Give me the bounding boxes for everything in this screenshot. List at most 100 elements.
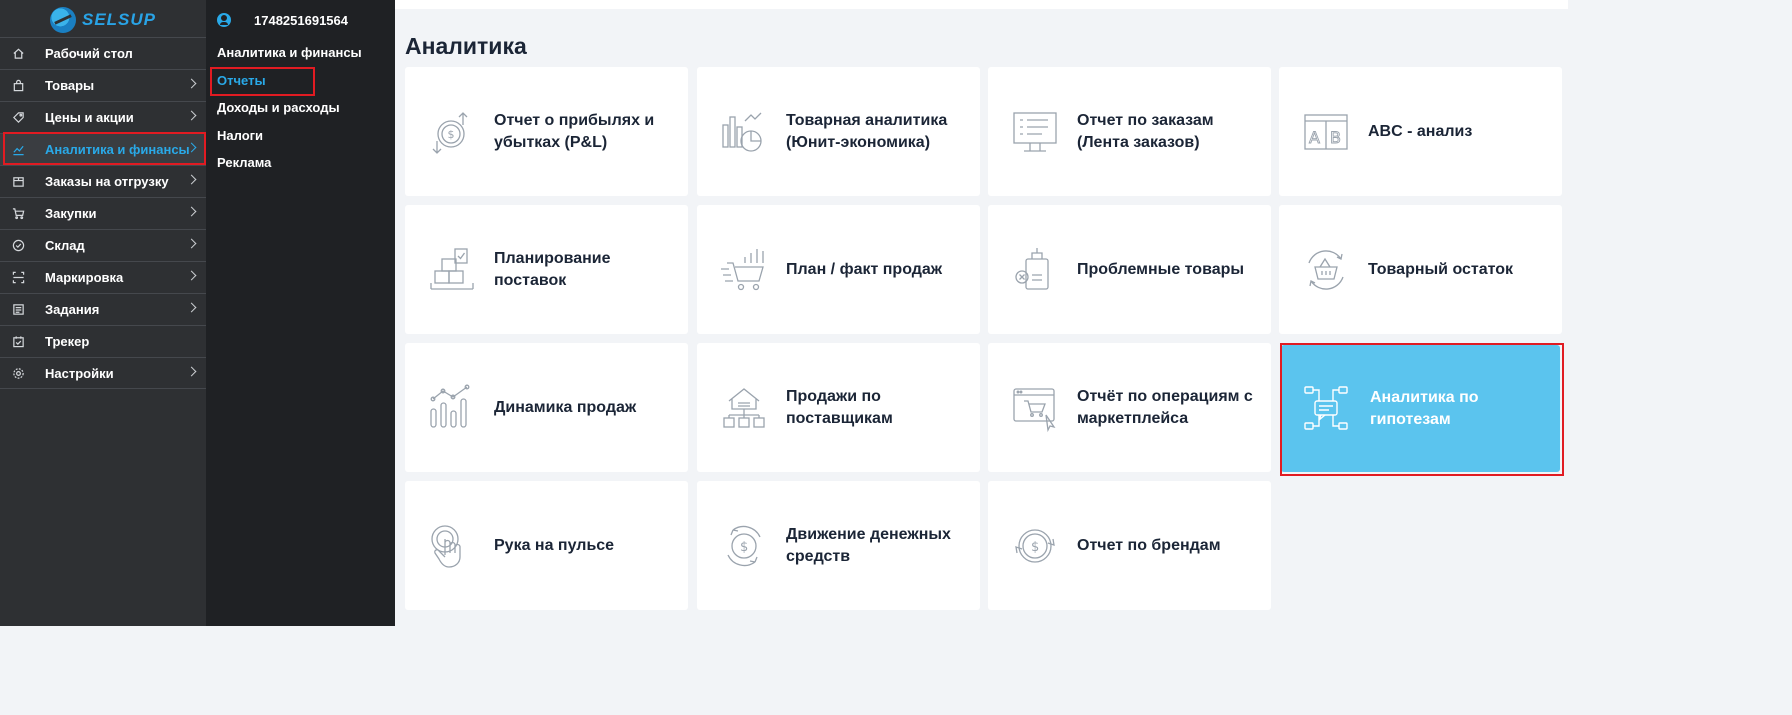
card-label: Отчет по заказам (Лента заказов)	[1077, 111, 1214, 151]
sidebar-item-label: Цены и акции	[45, 110, 134, 125]
card-hand-on-pulse[interactable]: Рука на пульсе	[405, 481, 688, 610]
abc-icon: AB	[1301, 107, 1351, 157]
submenu-item-ads[interactable]: Реклама	[217, 155, 271, 170]
submenu-item-taxes[interactable]: Налоги	[217, 128, 263, 143]
main-content: Аналитика $ Отчет о прибылях и убытках (…	[395, 0, 1568, 626]
svg-text:B: B	[1330, 128, 1341, 147]
card-label: Планирование поставок	[494, 249, 611, 289]
page-title: Аналитика	[405, 33, 527, 59]
sidebar-item-prices[interactable]: Цены и акции	[0, 101, 206, 133]
marketplace-ops-icon	[1010, 383, 1060, 433]
chevron-right-icon	[186, 206, 197, 217]
submenu-panel: 1748251691564 Аналитика и финансы Отчеты…	[206, 0, 395, 626]
card-profit-loss[interactable]: $ Отчет о прибылях и убытках (P&L)	[405, 67, 688, 196]
barcode-scan-icon	[11, 271, 25, 285]
sidebar-item-label: Трекер	[45, 334, 90, 349]
chevron-right-icon	[186, 238, 197, 249]
card-label: Проблемные товары	[1077, 260, 1245, 278]
card-product-analytics[interactable]: Товарная аналитика (Юнит-экономика)	[697, 67, 980, 196]
analytics-panel: Аналитика $ Отчет о прибылях и убытках (…	[395, 9, 1568, 626]
sidebar-item-label: Аналитика и финансы	[45, 142, 190, 157]
gear-icon	[11, 366, 25, 380]
sidebar-item-products[interactable]: Товары	[0, 69, 206, 101]
chevron-right-icon	[186, 110, 197, 121]
suppliers-icon	[719, 383, 769, 433]
card-label: Динамика продаж	[494, 398, 637, 416]
sidebar-item-label: Закупки	[45, 206, 97, 221]
brand-name: SELSUP	[81, 10, 157, 29]
chevron-right-icon	[186, 174, 197, 185]
product-analytics-icon	[719, 107, 769, 157]
sidebar-item-label: Склад	[45, 238, 85, 253]
svg-text:$: $	[740, 540, 748, 555]
sidebar-item-shipment-orders[interactable]: Заказы на отгрузку	[0, 165, 206, 197]
sidebar-item-warehouse[interactable]: Склад	[0, 229, 206, 261]
card-hypothesis-analytics[interactable]: Аналитика по гипотезам	[1281, 345, 1560, 472]
sidebar-item-marking[interactable]: Маркировка	[0, 261, 206, 293]
main-sidebar: SELSUP Рабочий стол Товары Цены и акции …	[0, 0, 206, 626]
card-label: Движение денежных средств	[786, 525, 951, 565]
card-cash-flow[interactable]: $ Движение денежных средств	[697, 481, 980, 610]
selsup-logo[interactable]: SELSUP	[0, 0, 206, 40]
brands-coin-icon: $	[1010, 521, 1060, 571]
card-orders-report[interactable]: Отчет по заказам (Лента заказов)	[988, 67, 1271, 196]
cash-flow-icon: $	[719, 521, 769, 571]
selsup-logo-icon	[49, 7, 76, 33]
card-sales-dynamics[interactable]: Динамика продаж	[405, 343, 688, 472]
stock-basket-icon	[1301, 245, 1351, 295]
submenu-item-analytics-finance[interactable]: Аналитика и финансы	[217, 45, 362, 60]
sidebar-item-desktop[interactable]: Рабочий стол	[0, 37, 206, 69]
card-supplier-sales[interactable]: Продажи по поставщикам	[697, 343, 980, 472]
card-label: Рука на пульсе	[494, 536, 615, 554]
sidebar-item-label: Задания	[45, 302, 100, 317]
cart-chart-icon	[719, 245, 769, 295]
chevron-right-icon	[186, 78, 197, 89]
card-problem-goods[interactable]: Проблемные товары	[988, 205, 1271, 334]
card-label: Отчет по брендам	[1077, 536, 1221, 554]
task-icon	[11, 303, 25, 317]
user-account[interactable]: 1748251691564	[206, 8, 348, 32]
submenu-item-reports[interactable]: Отчеты	[217, 73, 266, 88]
sidebar-item-label: Настройки	[45, 365, 114, 381]
sidebar-item-settings[interactable]: Настройки	[0, 357, 206, 389]
card-label: Продажи по поставщикам	[786, 387, 893, 427]
card-brands-report[interactable]: $ Отчет по брендам	[988, 481, 1271, 610]
profit-loss-icon: $	[427, 107, 477, 157]
chevron-right-icon	[186, 270, 197, 281]
card-stock-balance[interactable]: Товарный остаток	[1279, 205, 1562, 334]
tag-icon	[11, 111, 25, 125]
submenu-item-income-expenses[interactable]: Доходы и расходы	[217, 100, 340, 115]
svg-text:$: $	[448, 128, 455, 141]
svg-text:A: A	[1309, 128, 1320, 147]
svg-text:$: $	[1031, 540, 1039, 555]
sidebar-item-purchases[interactable]: Закупки	[0, 197, 206, 229]
box-icon	[11, 175, 25, 189]
sidebar-item-label: Товары	[45, 78, 95, 93]
user-icon	[217, 13, 231, 27]
sidebar-item-tasks[interactable]: Задания	[0, 293, 206, 325]
card-label: Аналитика по гипотезам	[1370, 388, 1479, 428]
sidebar-item-label: Заказы на отгрузку	[45, 174, 169, 189]
hand-pulse-icon	[427, 521, 477, 571]
check-circle-icon	[11, 239, 25, 253]
sidebar-item-label: Рабочий стол	[45, 46, 133, 61]
orders-monitor-icon	[1010, 107, 1060, 157]
sidebar-item-tracker[interactable]: Трекер	[0, 325, 206, 357]
sales-dynamics-icon	[427, 383, 477, 433]
card-label: Отчёт по операциям с маркетплейса	[1077, 387, 1253, 427]
card-label: Отчет о прибылях и убытках (P&L)	[494, 111, 655, 151]
sidebar-item-analytics-finance[interactable]: Аналитика и финансы	[0, 133, 206, 165]
chevron-right-icon	[186, 366, 197, 377]
user-id: 1748251691564	[254, 12, 348, 28]
card-supply-planning[interactable]: Планирование поставок	[405, 205, 688, 334]
problem-goods-icon	[1010, 245, 1060, 295]
card-label: ABC - анализ	[1368, 122, 1473, 140]
card-abc-analysis[interactable]: AB ABC - анализ	[1279, 67, 1562, 196]
calendar-check-icon	[11, 335, 25, 349]
card-label: План / факт продаж	[786, 260, 943, 278]
supply-planning-icon	[427, 245, 477, 295]
chart-line-icon	[11, 143, 25, 157]
card-marketplace-operations[interactable]: Отчёт по операциям с маркетплейса	[988, 343, 1271, 472]
cart-icon	[11, 207, 25, 221]
card-plan-fact-sales[interactable]: План / факт продаж	[697, 205, 980, 334]
